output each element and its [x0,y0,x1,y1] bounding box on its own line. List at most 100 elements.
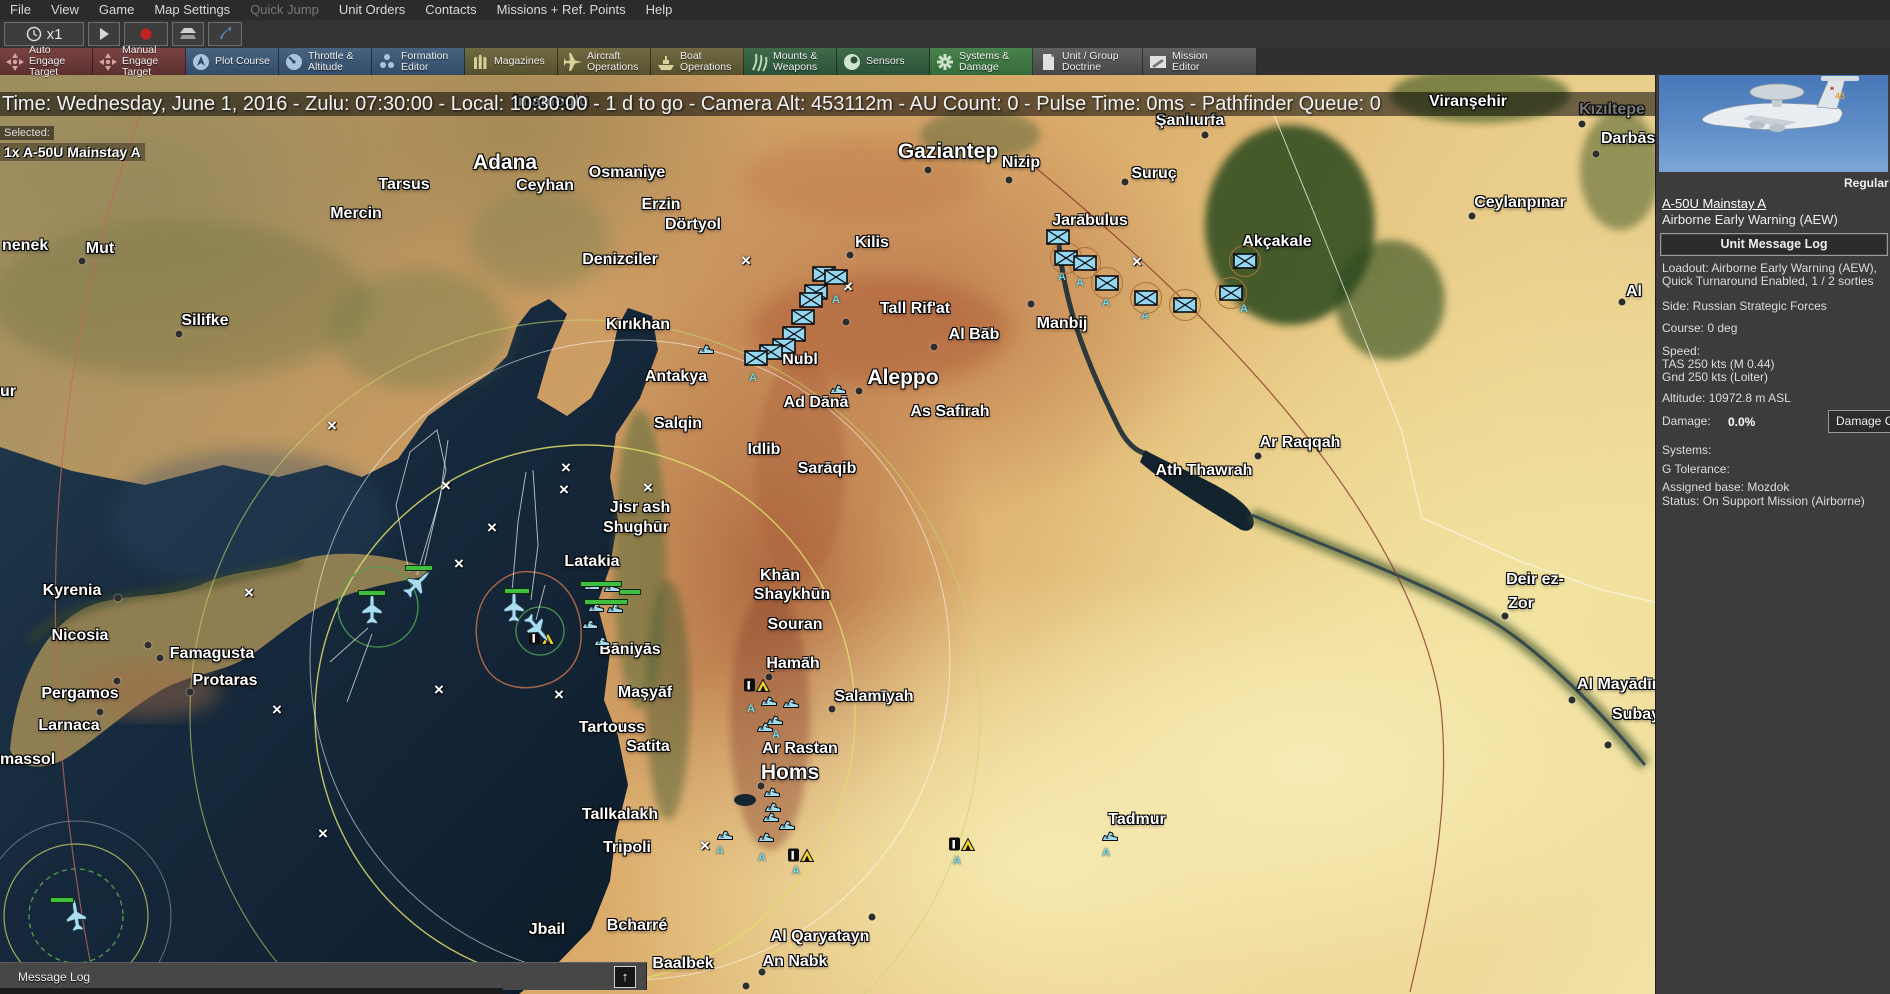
map-label-protaras: Protaras [193,672,258,690]
message-log-bar[interactable]: Message Log ↑ [0,962,647,990]
map-label-jbail: Jbail [529,921,565,939]
time-status-bar: Time: Wednesday, June 1, 2016 - Zulu: 07… [0,92,1655,116]
sam-site-icon[interactable] [761,696,778,707]
map-label-nenek: nenek [2,237,48,255]
reference-point-mark[interactable]: × [434,685,444,695]
infantry-unit-icon[interactable] [1134,290,1158,306]
city-dot-silifke [176,331,183,338]
reference-point-mark[interactable]: × [700,841,710,851]
mission-editor-button[interactable]: MissionEditor [1143,48,1257,75]
manual-engage-target-button[interactable]: ManualEngage Target [93,48,186,75]
airbase-icon[interactable] [788,848,815,863]
map-label-sar-qib: Sarāqib [798,460,857,478]
reference-point-mark[interactable]: × [327,421,337,431]
map-label-kh-n: Khān [760,567,800,585]
reference-point-mark[interactable]: × [741,256,751,266]
mounts-weapons-button[interactable]: Mounts &Weapons [744,48,837,75]
city-dot-subay [1605,742,1612,749]
menu-item-game[interactable]: Game [89,0,144,20]
map-label-ma-y-f: Maşyāf [618,684,672,702]
reference-point-mark[interactable]: × [561,463,571,473]
reference-point-mark[interactable]: × [454,559,464,569]
throttle-altitude-button[interactable]: Throttle &Altitude [279,48,372,75]
reference-point-mark[interactable]: × [272,705,282,715]
sam-site-icon[interactable] [1102,831,1119,842]
time-compression-button[interactable]: x1 [4,22,84,46]
airbase-icon[interactable] [949,837,976,852]
sam-site-icon[interactable] [757,722,774,733]
unit-group-doctrine-button[interactable]: Unit / GroupDoctrine [1033,48,1143,75]
map-label-deir-ez: Deir ez- [1506,571,1564,589]
sam-site-icon[interactable] [830,384,847,395]
map-label-nicosia: Nicosia [52,627,109,645]
menu-item-view[interactable]: View [41,0,89,20]
reference-point-mark[interactable]: × [244,588,254,598]
menu-item-contacts[interactable]: Contacts [415,0,486,20]
infantry-unit-icon[interactable] [1046,229,1070,245]
aircraft-operations-button[interactable]: AircraftOperations [558,48,651,75]
map-viewport[interactable]: Time: Wednesday, June 1, 2016 - Zulu: 07… [0,75,1655,994]
unit-message-log-button[interactable]: Unit Message Log [1660,233,1888,256]
run-button[interactable] [88,22,120,46]
clock-icon [26,26,42,42]
sam-site-icon[interactable] [698,344,715,355]
city-dot-ceylanp-nar [1469,213,1476,220]
infantry-unit-icon[interactable] [791,309,815,325]
reference-point-mark[interactable]: × [643,483,653,493]
reference-point-mark[interactable]: × [318,829,328,839]
map-layers-button[interactable] [172,22,204,46]
infantry-unit-icon[interactable] [799,292,823,308]
unit-role-label: Airborne Early Warning (AEW) [1662,212,1838,227]
sam-site-icon[interactable] [594,636,611,647]
crosshair-icon [5,52,25,72]
unit-health-bar [580,581,622,587]
sam-site-icon[interactable] [764,787,781,798]
menu-item-help[interactable]: Help [636,0,683,20]
infantry-unit-icon[interactable] [744,350,768,366]
map-label-adana: Adana [473,151,537,175]
auto-engage-target-button[interactable]: Auto EngageTarget [0,48,93,75]
infantry-unit-icon[interactable] [1095,275,1119,291]
boat-operations-button[interactable]: BoatOperations [651,48,744,75]
formation-editor-button[interactable]: FormationEditor [372,48,465,75]
map-label-pergamos: Pergamos [41,685,118,703]
sam-site-icon[interactable] [582,619,599,630]
menu-item-file[interactable]: File [0,0,41,20]
infantry-unit-icon[interactable] [824,269,848,285]
sam-site-icon[interactable] [779,820,796,831]
time-status-text: Time: Wednesday, June 1, 2016 - Zulu: 07… [0,93,1381,116]
record-button[interactable] [124,22,168,46]
unit-type-link[interactable]: A-50U Mainstay A [1662,196,1766,211]
menu-item-missions-ref-points[interactable]: Missions + Ref. Points [487,0,636,20]
plot-course-button[interactable]: Plot Course [186,48,279,75]
infantry-unit-icon[interactable] [1233,253,1257,269]
city-dot-al-may-d-n [1569,697,1576,704]
sensors-button[interactable]: Sensors [837,48,930,75]
infantry-unit-icon[interactable] [1173,297,1197,313]
sam-site-icon[interactable] [717,830,734,841]
reference-point-mark[interactable]: × [487,523,497,533]
contact-annotation: A [1102,847,1110,859]
reference-point-mark[interactable]: × [554,690,564,700]
reference-point-mark[interactable]: × [441,481,451,491]
course-text: Course: 0 deg [1662,322,1889,335]
reference-point-mark[interactable]: × [559,485,569,495]
damage-control-button[interactable]: Damage Control [1828,410,1890,433]
menu-item-map-settings[interactable]: Map Settings [144,0,240,20]
infantry-unit-icon[interactable] [1219,285,1243,301]
magazines-button[interactable]: Magazines [465,48,558,75]
city-dot-kyrenia [115,595,122,602]
jump-pointer-button[interactable] [208,22,242,46]
infantry-unit-icon[interactable] [1073,255,1097,271]
sam-site-icon[interactable] [763,812,780,823]
expand-message-log-button[interactable]: ↑ [614,966,636,988]
systems-damage-button[interactable]: Systems &Damage [930,48,1033,75]
selected-unit-name: 1x A-50U Mainstay A [0,143,145,161]
menu-item-unit-orders[interactable]: Unit Orders [329,0,415,20]
airbase-icon[interactable] [744,678,771,693]
reference-point-mark[interactable]: × [1132,257,1142,267]
ribbon-button-label: Plot Course [215,56,270,67]
sam-site-icon[interactable] [783,698,800,709]
sam-site-icon[interactable] [758,832,775,843]
map-label-mercin: Mercin [330,205,382,223]
